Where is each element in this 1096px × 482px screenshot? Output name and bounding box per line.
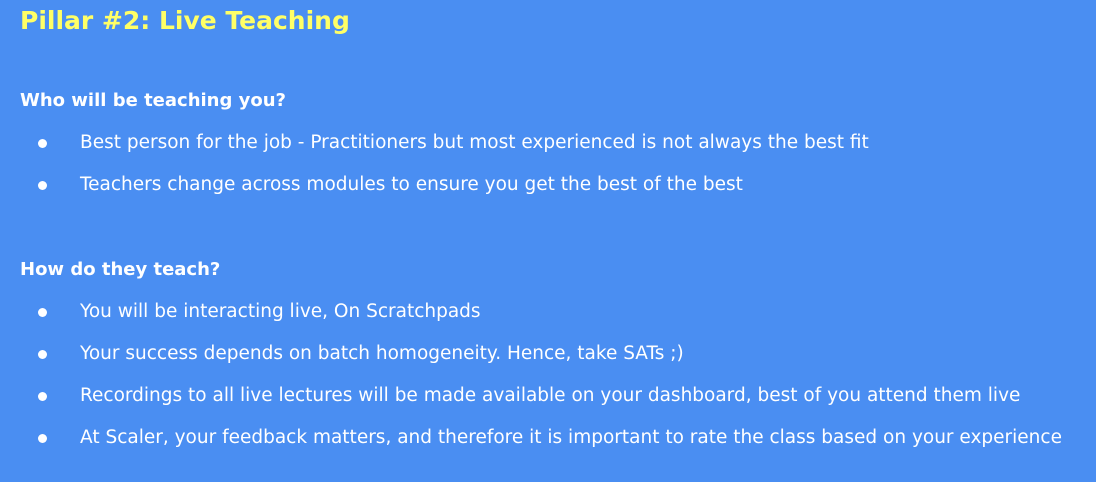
bullet-item: Teachers change across modules to ensure…	[0, 173, 1096, 203]
bullet-item: Recordings to all live lectures will be …	[0, 384, 1096, 414]
section-heading-how: How do they teach?	[20, 259, 221, 280]
bullet-item: Best person for the job - Practitioners …	[0, 131, 1096, 161]
bullet-item: At Scaler, your feedback matters, and th…	[0, 426, 1096, 456]
slide: Pillar #2: Live Teaching Who will be tea…	[0, 0, 1096, 482]
bullet-text: Best person for the job - Practitioners …	[80, 132, 869, 153]
bullet-dot-icon	[38, 308, 47, 317]
section-heading-who: Who will be teaching you?	[20, 90, 287, 111]
bullet-text: Your success depends on batch homogeneit…	[80, 343, 684, 364]
bullet-text: Teachers change across modules to ensure…	[80, 174, 743, 195]
bullet-dot-icon	[38, 392, 47, 401]
bullet-dot-icon	[38, 139, 47, 148]
bullet-item: You will be interacting live, On Scratch…	[0, 300, 1096, 330]
bullet-text: Recordings to all live lectures will be …	[80, 385, 1021, 406]
bullet-dot-icon	[38, 181, 47, 190]
bullet-dot-icon	[38, 434, 47, 443]
bullet-item: Your success depends on batch homogeneit…	[0, 342, 1096, 372]
bullet-text: At Scaler, your feedback matters, and th…	[80, 427, 1062, 448]
bullet-text: You will be interacting live, On Scratch…	[80, 301, 481, 322]
bullet-dot-icon	[38, 350, 47, 359]
slide-title: Pillar #2: Live Teaching	[20, 6, 350, 35]
